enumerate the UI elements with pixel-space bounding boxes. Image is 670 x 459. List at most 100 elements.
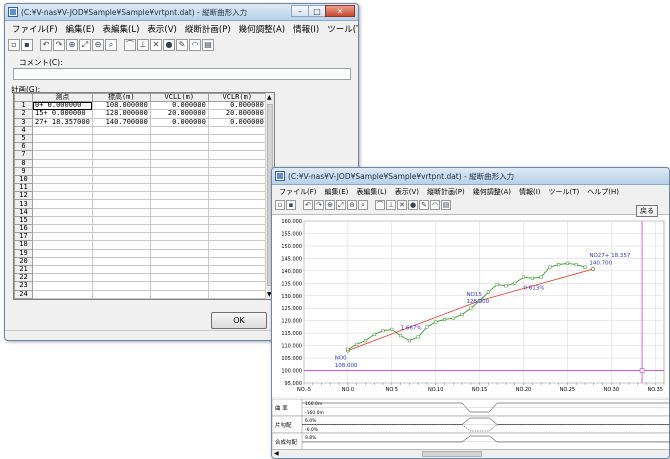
scroll-thumb[interactable]	[422, 451, 482, 457]
grid-cell[interactable]	[149, 125, 209, 135]
grid-cell[interactable]	[91, 207, 151, 217]
cross-icon[interactable]: ✕	[397, 200, 407, 210]
grid-cell[interactable]	[91, 150, 151, 160]
menu-item[interactable]: 編集(E)	[62, 23, 99, 35]
grid-cell[interactable]	[207, 248, 267, 258]
grid-cell[interactable]	[32, 281, 93, 291]
menu-item[interactable]: ツール(T)	[323, 23, 358, 35]
grid-cell[interactable]	[149, 232, 209, 242]
grid-cell[interactable]	[207, 264, 267, 275]
table-row[interactable]: 16	[14, 223, 267, 234]
redo-icon[interactable]: ↷	[53, 38, 65, 51]
grid-cell[interactable]	[207, 150, 267, 160]
grid-cell[interactable]	[32, 166, 93, 176]
new-file-icon[interactable]: ▫	[8, 38, 20, 51]
grid-cell[interactable]: 128.000000	[91, 109, 151, 119]
comment-input[interactable]	[13, 68, 351, 80]
grid-cell[interactable]	[207, 232, 267, 242]
grid-cell[interactable]	[207, 183, 267, 193]
grid-cell[interactable]	[149, 150, 209, 160]
table-row[interactable]: 11	[14, 183, 267, 193]
grid-cell[interactable]	[207, 240, 267, 250]
grid-cell[interactable]	[91, 232, 151, 242]
table-row[interactable]: 24	[14, 289, 267, 299]
save-icon[interactable]: ▪	[21, 38, 33, 51]
plan-grid[interactable]: 測点 標高(m) VCLL(m) VCLR(m) 1 0+ 0.000000 108…	[13, 92, 275, 300]
zoom-out-icon[interactable]: ⊖	[92, 38, 104, 51]
grid-cell[interactable]	[207, 166, 267, 176]
scroll-up-icon[interactable]: ▲	[267, 94, 272, 101]
cross-icon[interactable]: ✕	[150, 38, 162, 51]
zoom-window-icon[interactable]: ⌕	[105, 38, 117, 51]
grid-cell[interactable]	[149, 215, 209, 226]
table-row[interactable]: 8	[14, 158, 267, 168]
menu-item[interactable]: ヘルプ(H)	[583, 187, 623, 197]
back-button[interactable]: 戻る	[636, 205, 658, 217]
grid-cell[interactable]	[91, 256, 151, 266]
table-row[interactable]: 2 15+ 0.000000 128.000000 20.000000 20.00000…	[14, 109, 267, 119]
grid-cell[interactable]	[207, 125, 267, 135]
curve-icon[interactable]: ⌒	[124, 38, 136, 51]
grid-cell[interactable]: 27+ 18.357000	[32, 117, 93, 127]
grid-cell[interactable]	[207, 142, 267, 152]
grid-cell[interactable]	[207, 215, 267, 226]
table-row[interactable]: 13	[14, 199, 267, 209]
grid-cell[interactable]	[32, 248, 93, 258]
grid-cell[interactable]	[91, 248, 151, 258]
grid-cell[interactable]	[207, 158, 267, 168]
grid-cell[interactable]	[91, 158, 151, 168]
grid-cell[interactable]: 140.700000	[91, 117, 151, 127]
grid-cell[interactable]	[32, 215, 93, 226]
menu-item[interactable]: 幾何調整(A)	[469, 187, 515, 197]
grid-cell[interactable]	[149, 248, 209, 258]
grid-cell[interactable]	[149, 191, 209, 201]
print-icon[interactable]: ▤	[441, 200, 451, 210]
table-row[interactable]: 10	[14, 174, 267, 185]
grid-cell[interactable]	[207, 133, 267, 144]
menu-item[interactable]: 表編集(L)	[99, 23, 144, 35]
grid-cell[interactable]: 20.000000	[149, 109, 209, 119]
maximize-button[interactable]: □	[308, 5, 326, 17]
grid-cell[interactable]	[91, 174, 151, 185]
grid-cell[interactable]	[32, 256, 93, 266]
horizontal-scrollbar[interactable]: ◀	[272, 449, 669, 458]
grid-cell[interactable]	[149, 166, 209, 176]
grid-cell[interactable]	[149, 207, 209, 217]
zoom-fit-icon[interactable]: ⤢	[336, 200, 346, 210]
menu-item[interactable]: 表編集(L)	[352, 187, 390, 197]
grid-cell[interactable]	[32, 125, 93, 135]
grid-cell[interactable]	[32, 240, 93, 250]
grid-cell[interactable]	[91, 191, 151, 201]
title-bar[interactable]: (C:¥V-nas¥V-JOD¥Sample¥Sample¥vrtpnt.dat…	[272, 168, 669, 185]
grid-cell[interactable]	[207, 273, 267, 283]
menu-item[interactable]: 情報(I)	[515, 187, 545, 197]
grid-cell[interactable]	[32, 264, 93, 275]
grid-cell[interactable]	[32, 289, 93, 299]
grid-cell[interactable]	[32, 199, 93, 209]
table-row[interactable]: 5	[14, 133, 267, 144]
grade-icon[interactable]: ⊥	[386, 200, 396, 210]
scroll-left-icon[interactable]: ◀	[274, 450, 279, 457]
grid-cell[interactable]	[149, 264, 209, 275]
menu-item[interactable]: 縦断計画(P)	[181, 23, 235, 35]
table-row[interactable]: 9	[14, 166, 267, 176]
grid-cell[interactable]	[32, 142, 93, 152]
arc-icon[interactable]: ◠	[189, 38, 201, 51]
save-icon[interactable]: ▪	[286, 200, 296, 210]
row-number[interactable]: 23	[14, 281, 33, 291]
grid-cell[interactable]: 20.000000	[207, 109, 267, 119]
grid-cell[interactable]	[149, 273, 209, 283]
grid-cell[interactable]	[149, 289, 209, 299]
grid-cell[interactable]	[32, 232, 93, 242]
grid-cell[interactable]	[207, 207, 267, 217]
grid-cell[interactable]	[91, 281, 151, 291]
grid-cell[interactable]	[91, 199, 151, 209]
table-row[interactable]: 19	[14, 248, 267, 258]
grid-cell[interactable]	[32, 133, 93, 144]
grid-cell[interactable]	[149, 158, 209, 168]
grid-cell[interactable]	[149, 223, 209, 234]
table-row[interactable]: 6	[14, 142, 267, 152]
grid-cell[interactable]	[91, 183, 151, 193]
grid-cell[interactable]	[91, 215, 151, 226]
grid-cell[interactable]	[207, 174, 267, 185]
